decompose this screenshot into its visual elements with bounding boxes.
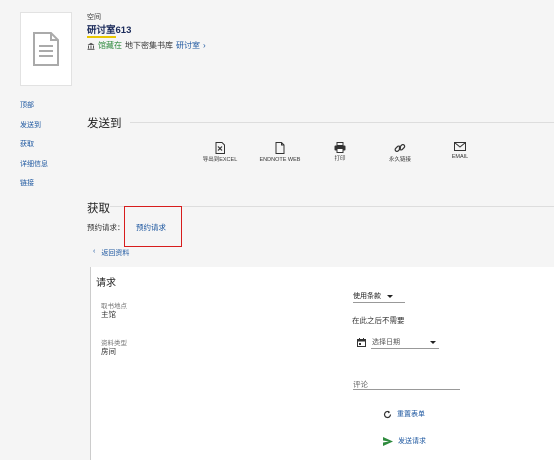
endnote-web-label: ENDNOTE WEB	[259, 157, 301, 163]
email-icon	[454, 142, 466, 151]
document-icon	[275, 142, 285, 154]
excel-icon	[215, 142, 225, 154]
highlight-box	[124, 206, 182, 247]
export-excel-label: 导出到EXCEL	[202, 157, 238, 163]
print-label: 打印	[334, 156, 346, 162]
calendar-icon	[357, 337, 366, 347]
export-excel-button[interactable]: 导出到EXCEL	[192, 142, 248, 164]
dropdown-arrow-icon	[430, 340, 436, 344]
link-icon	[394, 143, 406, 153]
document-icon	[33, 32, 59, 66]
record-title[interactable]: 研讨室613	[87, 22, 132, 38]
request-summary-panel: 请求 取书地点 主馆 资料类型 房间	[90, 267, 221, 460]
back-to-item-label: 返回资料	[101, 250, 130, 257]
booking-label: 预约请求：	[87, 223, 125, 232]
record-type: 空间	[87, 14, 101, 21]
send-icon	[383, 436, 393, 446]
not-needed-after-label: 在此之后不需要	[352, 316, 405, 325]
reset-form-label: 重置表单	[397, 411, 425, 418]
date-picker-placeholder: 选择日期	[372, 339, 400, 346]
permalink-label: 永久链接	[388, 157, 411, 163]
email-button[interactable]: EMAIL	[432, 142, 488, 164]
sidebar-item-send-to[interactable]: 发送到	[20, 121, 48, 141]
get-it-heading: 获取	[87, 203, 110, 215]
chevron-left-icon: ‹	[93, 248, 96, 255]
record-location[interactable]: 馆藏在 地下密集书库 研讨室 ›	[87, 40, 206, 51]
comment-underline	[353, 389, 460, 390]
back-to-item-link[interactable]: ‹ 返回资料	[93, 248, 129, 258]
material-type-value: 房间	[101, 347, 116, 356]
sidebar-item-links[interactable]: 链接	[20, 179, 48, 199]
terms-of-use-value: 使用条款	[353, 293, 381, 300]
chevron-right-icon: ›	[203, 41, 206, 50]
dropdown-arrow-icon	[387, 294, 393, 298]
reset-form-button[interactable]: 重置表单	[383, 409, 425, 419]
date-picker[interactable]: 选择日期	[357, 337, 436, 347]
send-request-button[interactable]: 发送请求	[383, 436, 426, 446]
sidebar-item-top[interactable]: 顶部	[20, 101, 48, 121]
send-to-heading: 发送到	[87, 118, 122, 130]
send-request-label: 发送请求	[398, 438, 426, 445]
send-to-actions: 导出到EXCEL ENDNOTE WEB 打印 永久链接 EMAIL	[192, 142, 488, 164]
permalink-button[interactable]: 永久链接	[372, 142, 428, 164]
record-title-rest: 613	[115, 25, 132, 36]
location-link[interactable]: 研讨室	[176, 40, 200, 51]
endnote-web-button[interactable]: ENDNOTE WEB	[252, 142, 308, 164]
date-underline	[371, 348, 439, 349]
print-button[interactable]: 打印	[312, 142, 368, 164]
email-label: EMAIL	[451, 154, 469, 160]
pickup-location-value: 主馆	[101, 310, 116, 319]
terms-underline	[353, 302, 405, 303]
request-title: 请求	[96, 278, 116, 289]
sidebar-item-details[interactable]: 详细信息	[20, 160, 48, 180]
record-thumbnail	[20, 12, 72, 86]
print-icon	[334, 142, 346, 153]
record-title-highlight: 研讨室	[87, 25, 116, 38]
availability-status: 馆藏在	[98, 41, 122, 50]
request-form: 使用条款 在此之后不需要 选择日期 评论 重置表单 发送请求	[221, 267, 554, 460]
sidebar-nav: 顶部 发送到 获取 详细信息 链接	[20, 101, 48, 199]
terms-of-use-select[interactable]: 使用条款	[353, 291, 393, 301]
sidebar-item-get-it[interactable]: 获取	[20, 140, 48, 160]
location-place: 地下密集书库	[125, 41, 173, 50]
section-divider	[130, 122, 554, 123]
refresh-icon	[383, 410, 392, 418]
building-icon	[87, 42, 95, 50]
